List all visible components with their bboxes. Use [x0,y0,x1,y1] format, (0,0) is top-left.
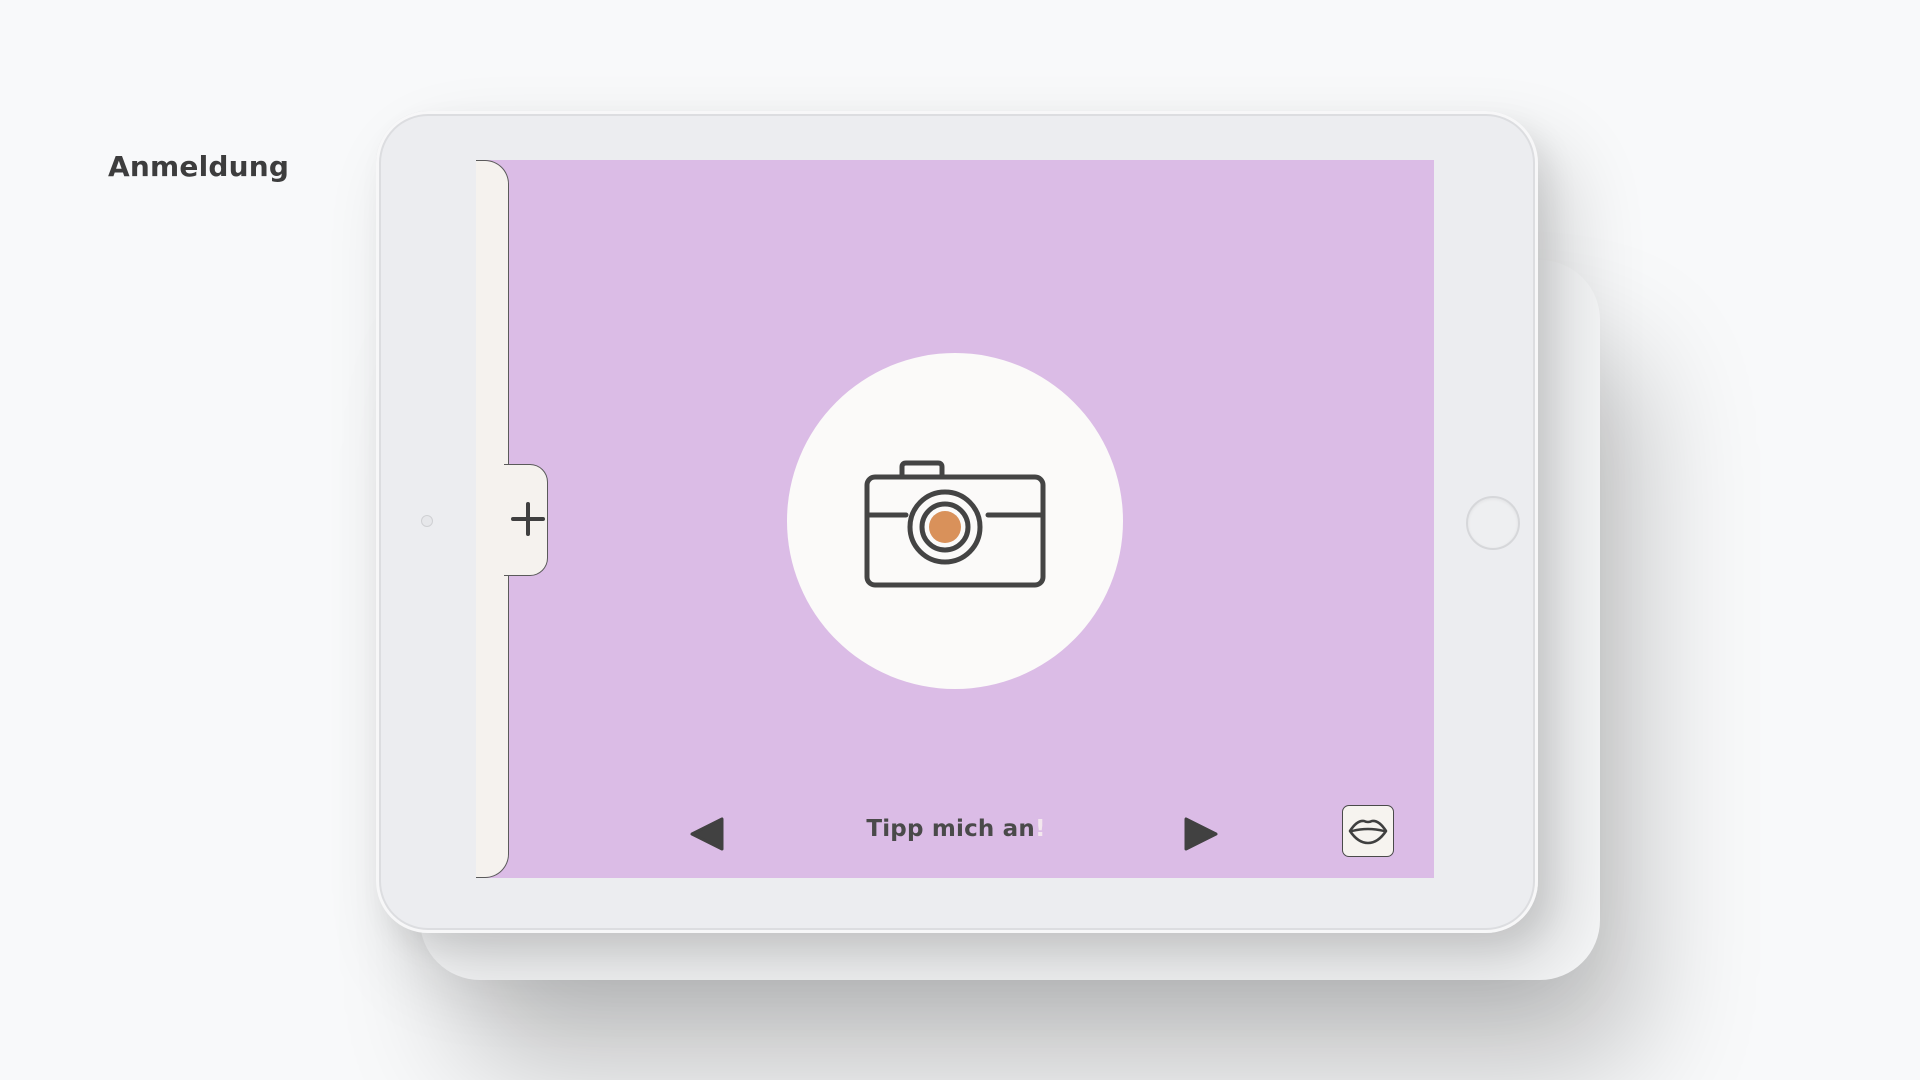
hint-label: Tipp mich an [866,816,1035,842]
front-camera [421,515,433,527]
hint-exclamation: ! [1034,816,1046,842]
camera-icon [864,460,1046,588]
triangle-left-icon [690,817,724,851]
lens-accent [929,511,961,543]
app-screen: Tipp mich an! [476,160,1434,878]
presentation-stage: Anmeldung Tipp mich an! [0,0,1920,1080]
lips-icon [1348,819,1388,845]
plus-icon[interactable] [511,502,545,536]
triangle-right-icon [1184,817,1218,851]
speak-button[interactable] [1342,805,1394,857]
hint-text[interactable]: Tipp mich an! [836,816,1076,842]
photo-capture-button[interactable] [787,353,1123,689]
prev-button[interactable] [688,815,726,853]
next-button[interactable] [1182,815,1220,853]
page-title: Anmeldung [108,150,290,183]
home-button[interactable] [1466,496,1520,550]
